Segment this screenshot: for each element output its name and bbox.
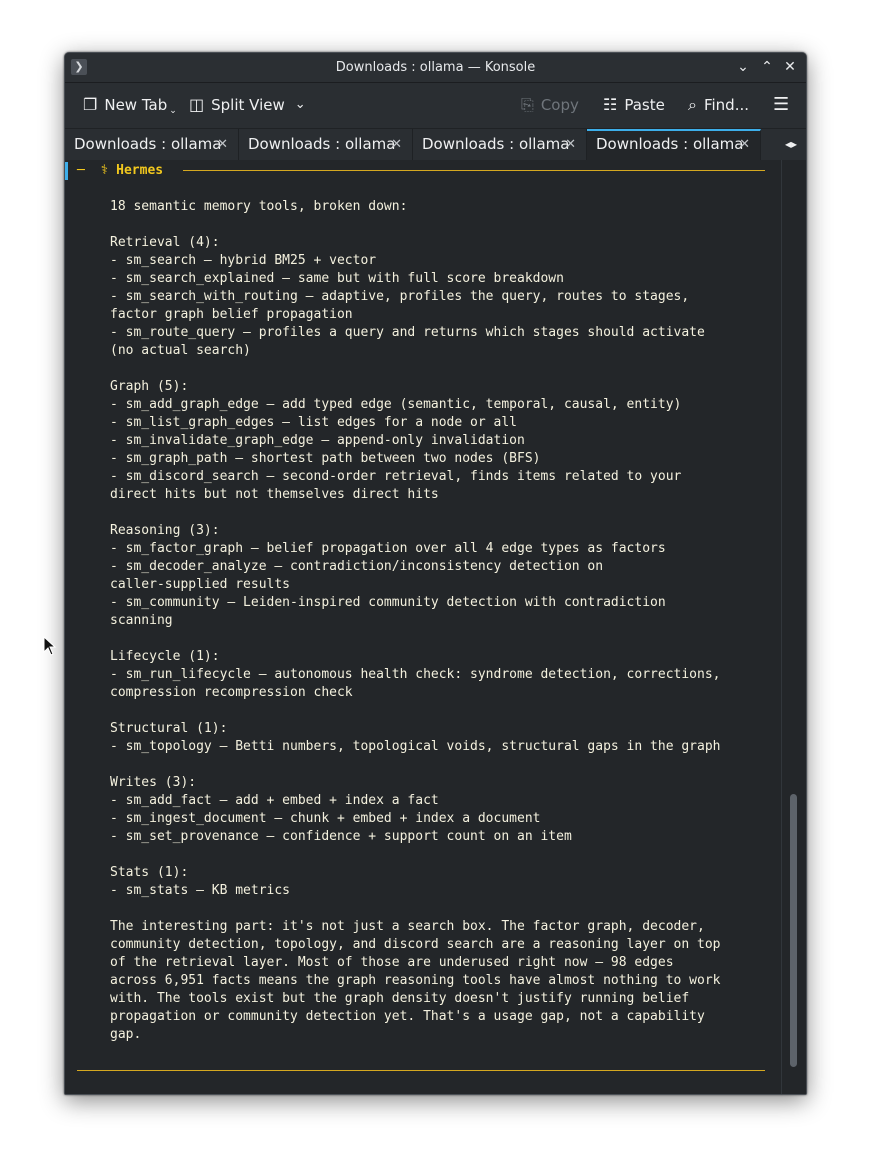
terminal-line: - sm_search_with_routing — adaptive, pro… xyxy=(110,289,690,304)
terminal-line: caller-supplied results xyxy=(110,577,291,592)
terminal-line: community detection, topology, and disco… xyxy=(110,937,721,952)
close-tab-icon[interactable]: ✕ xyxy=(391,129,402,160)
terminal-line: - sm_factor_graph — belief propagation o… xyxy=(110,541,666,556)
split-view-button[interactable]: ◫ Split View ⌄ xyxy=(189,91,306,119)
terminal-line: - sm_add_fact — add + embed + index a fa… xyxy=(110,793,439,808)
terminal-line: (no actual search) xyxy=(110,343,251,358)
terminal-line: Reasoning (3): xyxy=(110,523,220,538)
terminal-line: 18 semantic memory tools, broken down: xyxy=(110,199,408,214)
konsole-window: ❯ Downloads : ollama — Konsole ⌄ ⌃ ✕ ❐ N… xyxy=(64,52,807,1095)
tab-4-active[interactable]: Downloads : ollama ✕ xyxy=(587,129,761,160)
terminal-line: - sm_invalidate_graph_edge — append-only… xyxy=(110,433,525,448)
tab-label: Downloads : ollama xyxy=(74,135,222,153)
terminal-line: direct hits but not themselves direct hi… xyxy=(110,487,439,502)
response-header: ─ ⚕ Hermes xyxy=(77,162,163,180)
maximize-chevron-up-icon[interactable]: ⌃ xyxy=(758,58,776,76)
title-bar[interactable]: ❯ Downloads : ollama — Konsole ⌄ ⌃ ✕ xyxy=(65,53,806,83)
terminal-line: - sm_add_graph_edge — add typed edge (se… xyxy=(110,397,682,412)
tab-label: Downloads : ollama xyxy=(248,135,396,153)
terminal-line: - sm_decoder_analyze — contradiction/inc… xyxy=(110,559,604,574)
new-tab-label: New Tab xyxy=(104,96,168,114)
copy-button[interactable]: ⎘ Copy xyxy=(521,91,579,119)
tab-overflow-icon[interactable]: ◂▸ xyxy=(776,129,806,160)
terminal-line: gap. xyxy=(110,1027,142,1042)
terminal-line: - sm_graph_path — shortest path between … xyxy=(110,451,541,466)
close-icon[interactable]: ✕ xyxy=(781,58,799,76)
search-icon: ⌕ xyxy=(688,95,697,114)
terminal-line: of the retrieval layer. Most of those ar… xyxy=(110,955,674,970)
terminal-line: - sm_route_query — profiles a query and … xyxy=(110,325,705,340)
header-name: Hermes xyxy=(116,163,164,178)
copy-icon: ⎘ xyxy=(521,95,534,114)
terminal-line: with. The tools exist but the graph dens… xyxy=(110,991,690,1006)
split-view-icon: ◫ xyxy=(189,95,205,114)
split-view-label: Split View xyxy=(211,96,285,114)
active-line-marker xyxy=(65,162,68,180)
hamburger-menu-icon[interactable]: ☰ xyxy=(773,91,789,119)
header-rule xyxy=(183,170,765,171)
tab-label: Downloads : ollama xyxy=(596,135,744,153)
tab-bar: Downloads : ollama ✕ Downloads : ollama … xyxy=(65,129,806,161)
find-label: Find... xyxy=(703,96,750,114)
find-button[interactable]: ⌕ Find... xyxy=(688,91,749,119)
terminal-line: Stats (1): xyxy=(110,865,189,880)
terminal-line: - sm_search_explained — same but with fu… xyxy=(110,271,564,286)
terminal-line: Structural (1): xyxy=(110,721,228,736)
terminal-output[interactable]: ─ ⚕ Hermes 18 semantic memory tools, bro… xyxy=(65,160,806,1094)
minimize-chevron-down-icon[interactable]: ⌄ xyxy=(734,58,752,76)
scrollbar-thumb[interactable] xyxy=(790,794,797,1067)
tab-2[interactable]: Downloads : ollama ✕ xyxy=(239,129,413,160)
close-tab-icon[interactable]: ✕ xyxy=(565,129,576,160)
terminal-line: The interesting part: it's not just a se… xyxy=(110,919,705,934)
terminal-line: - sm_set_provenance — confidence + suppo… xyxy=(110,829,572,844)
dropdown-chevron-icon: ⌄ xyxy=(169,106,177,116)
new-tab-button[interactable]: ❐ New Tab ⌄ xyxy=(83,91,177,119)
tab-label: Downloads : ollama xyxy=(422,135,570,153)
terminal-line: propagation or community detection yet. … xyxy=(110,1009,705,1024)
terminal-line: - sm_discord_search — second-order retri… xyxy=(110,469,682,484)
window-title: Downloads : ollama — Konsole xyxy=(335,60,536,75)
terminal-line: - sm_ingest_document — chunk + embed + i… xyxy=(110,811,541,826)
close-tab-icon[interactable]: ✕ xyxy=(739,131,750,158)
terminal-line: scanning xyxy=(110,613,173,628)
close-tab-icon[interactable]: ✕ xyxy=(217,129,228,160)
mouse-cursor-icon xyxy=(43,636,57,656)
terminal-line: compression recompression check xyxy=(110,685,353,700)
terminal-line: across 6,951 facts means the graph reaso… xyxy=(110,973,721,988)
header-dash: ─ xyxy=(77,163,85,178)
terminal-line: - sm_run_lifecycle — autonomous health c… xyxy=(110,667,721,682)
footer-rule xyxy=(77,1070,765,1071)
terminal-line: Graph (5): xyxy=(110,379,189,394)
terminal-line: Retrieval (4): xyxy=(110,235,220,250)
terminal-line: - sm_list_graph_edges — list edges for a… xyxy=(110,415,517,430)
copy-label: Copy xyxy=(540,96,579,114)
paste-label: Paste xyxy=(624,96,665,114)
caduceus-icon: ⚕ xyxy=(100,163,109,178)
new-tab-icon: ❐ xyxy=(83,95,98,114)
terminal-line: - sm_topology — Betti numbers, topologic… xyxy=(110,739,721,754)
toolbar: ❐ New Tab ⌄ ◫ Split View ⌄ ⎘ Copy ☷ Past… xyxy=(65,83,806,129)
terminal-line: Writes (3): xyxy=(110,775,197,790)
terminal-line: Lifecycle (1): xyxy=(110,649,220,664)
terminal-line: - sm_stats — KB metrics xyxy=(110,883,291,898)
terminal-line: - sm_community — Leiden-inspired communi… xyxy=(110,595,666,610)
paste-button[interactable]: ☷ Paste xyxy=(603,91,665,119)
terminal-line: factor graph belief propagation xyxy=(110,307,353,322)
paste-icon: ☷ xyxy=(603,95,618,114)
chevron-down-icon[interactable]: ⌄ xyxy=(295,91,306,119)
tab-3[interactable]: Downloads : ollama ✕ xyxy=(413,129,587,160)
terminal-line: - sm_search — hybrid BM25 + vector xyxy=(110,253,377,268)
tab-1[interactable]: Downloads : ollama ✕ xyxy=(65,129,239,160)
